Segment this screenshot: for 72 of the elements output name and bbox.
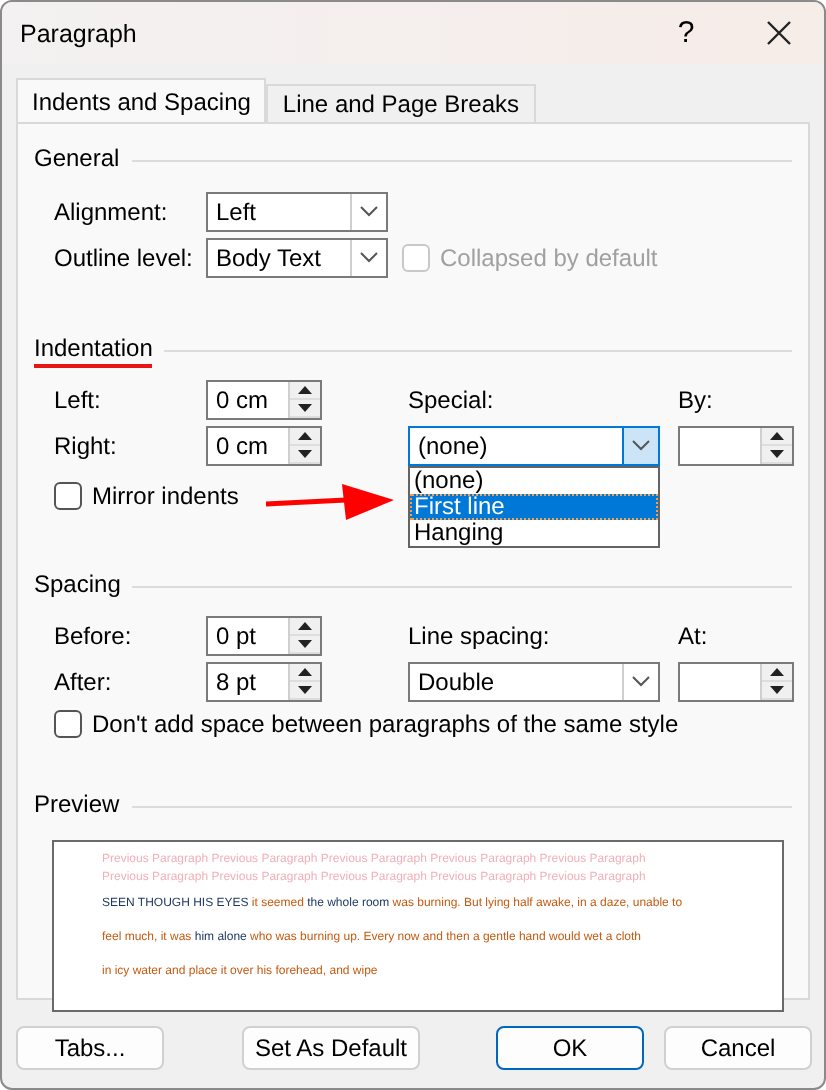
section-title: Spacing [34, 570, 121, 602]
dialog-button[interactable]: Tabs... [16, 1026, 164, 1070]
field-label: Left: [54, 385, 103, 413]
spin-field[interactable]: 0 pt [206, 615, 322, 655]
dropdown[interactable]: Body Text [206, 238, 388, 278]
dropdown-value: Double [416, 665, 497, 699]
field-label: After: [54, 667, 114, 695]
dropdown-option[interactable]: First line [410, 493, 658, 519]
chevron-down-icon [360, 206, 378, 218]
dropdown-option[interactable]: Hanging [410, 519, 658, 545]
tab[interactable]: Indents and Spacing [16, 78, 267, 122]
checkbox[interactable] [54, 482, 82, 510]
spin-up-button[interactable] [762, 663, 792, 681]
section-title: Indentation [34, 334, 153, 368]
window-title: Paragraph [18, 19, 139, 47]
up-arrow-icon [298, 431, 312, 439]
spin-up-button[interactable] [290, 427, 320, 445]
section-title: General [34, 144, 120, 176]
field-label: Special: [408, 385, 496, 413]
checkbox-label: Don't add space between paragraphs of the same style [92, 710, 679, 738]
dropdown-value: (none) [416, 429, 490, 463]
dropdown-option[interactable]: (none) [410, 467, 658, 493]
spin-up-button[interactable] [290, 617, 320, 635]
tab[interactable]: Line and Page Breaks [266, 84, 536, 122]
close-icon [765, 20, 791, 46]
field-label: Outline level: [54, 244, 195, 272]
checkbox-label: Collapsed by default [440, 244, 658, 272]
up-arrow-icon [770, 431, 784, 439]
help-button[interactable]: ? [640, 2, 732, 64]
down-arrow-icon [770, 449, 784, 457]
field-label: Right: [54, 431, 119, 459]
down-arrow-icon [298, 639, 312, 647]
section-title: Preview [34, 790, 120, 822]
field-label: Alignment: [54, 198, 170, 226]
field-label: Before: [54, 621, 134, 649]
field-value: 8 pt [214, 665, 259, 699]
field-label: At: [678, 621, 710, 649]
dropdown[interactable]: Left [206, 192, 388, 232]
dialog-button[interactable]: OK [496, 1026, 644, 1070]
dropdown[interactable]: Double [408, 661, 660, 701]
field-label: By: [678, 385, 715, 413]
dropdown-value: Body Text [214, 242, 323, 276]
up-arrow-icon [298, 621, 312, 629]
chevron-down-icon [632, 439, 650, 451]
chevron-down-icon [360, 252, 378, 264]
dropdown-value: Left [214, 196, 259, 230]
down-arrow-icon [298, 403, 312, 411]
dropdown[interactable]: (none) [408, 425, 660, 465]
down-arrow-icon [770, 685, 784, 693]
field-value: 0 pt [214, 619, 259, 653]
field-value: 0 cm [214, 429, 271, 463]
up-arrow-icon [298, 385, 312, 393]
field-value: 0 cm [214, 383, 271, 417]
spin-field[interactable]: 0 cm [206, 379, 322, 419]
chevron-down-icon [632, 675, 650, 687]
spin-field[interactable]: 8 pt [206, 661, 322, 701]
checkbox-label: Mirror indents [92, 482, 239, 510]
spin-up-button[interactable] [762, 427, 792, 445]
dialog-button[interactable]: Cancel [664, 1026, 812, 1070]
spin-up-button[interactable] [290, 663, 320, 681]
spin-field[interactable] [678, 425, 794, 465]
dialog-button[interactable]: Set As Default [242, 1026, 420, 1070]
down-arrow-icon [298, 449, 312, 457]
spin-up-button[interactable] [290, 381, 320, 399]
spin-field[interactable]: 0 cm [206, 425, 322, 465]
field-label: Line spacing: [408, 621, 552, 649]
down-arrow-icon [298, 685, 312, 693]
up-arrow-icon [770, 667, 784, 675]
dropdown-button[interactable] [622, 425, 660, 465]
up-arrow-icon [298, 667, 312, 675]
checkbox[interactable] [54, 710, 82, 738]
spin-field[interactable] [678, 661, 794, 701]
